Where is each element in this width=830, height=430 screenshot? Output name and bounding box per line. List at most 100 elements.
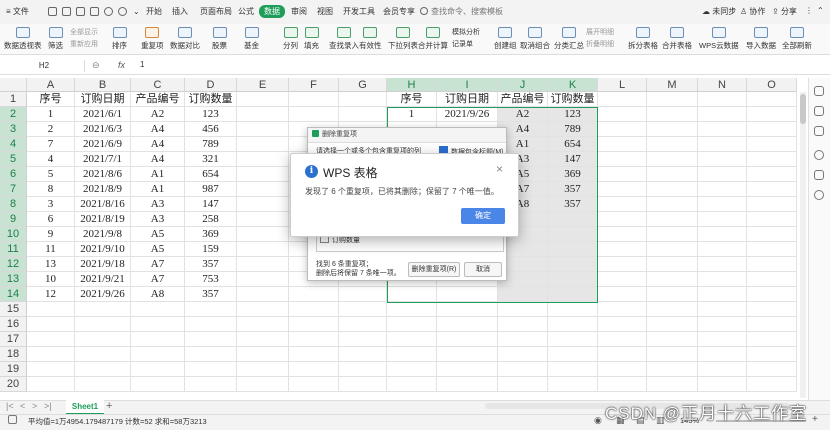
cell-e16[interactable] [237,317,289,332]
more-icon[interactable]: ⋮ [805,6,813,15]
tab-home[interactable]: 开始 [146,6,162,18]
cell-b1[interactable]: 订购日期 [75,92,131,107]
import-data-button[interactable]: 导入数据 [746,27,776,51]
cell-h17[interactable] [387,332,437,347]
macro-icon[interactable] [8,415,17,424]
cell-g19[interactable] [339,362,387,377]
record-form-button[interactable]: 记录单 [452,39,473,49]
cell-m7[interactable] [647,182,698,197]
cell-k16[interactable] [548,317,598,332]
fx-icon[interactable]: fx [118,60,125,70]
cell-c5[interactable]: A4 [131,152,185,167]
cell-b16[interactable] [75,317,131,332]
cell-g20[interactable] [339,377,387,392]
column-header-i[interactable]: I [437,78,498,92]
cell-a4[interactable]: 7 [27,137,75,152]
cell-k17[interactable] [548,332,598,347]
cell-g16[interactable] [339,317,387,332]
cell-h1[interactable]: 序号 [387,92,437,107]
cell-o12[interactable] [747,257,797,272]
cell-f20[interactable] [289,377,339,392]
tab-review[interactable]: 审阅 [291,6,307,18]
cell-d2[interactable]: 123 [185,107,237,122]
column-header-m[interactable]: M [647,78,698,92]
cell-c15[interactable] [131,302,185,317]
row-header-18[interactable]: 18 [0,347,27,362]
cell-e18[interactable] [237,347,289,362]
cell-l15[interactable] [598,302,647,317]
cell-a12[interactable]: 13 [27,257,75,272]
cell-a10[interactable]: 9 [27,227,75,242]
cell-l6[interactable] [598,167,647,182]
cell-c12[interactable]: A7 [131,257,185,272]
cell-j18[interactable] [498,347,548,362]
redo-icon[interactable] [118,7,127,16]
create-group-button[interactable]: 创建组 [494,27,517,51]
cell-h15[interactable] [387,302,437,317]
tab-insert[interactable]: 插入 [172,6,188,18]
cell-c19[interactable] [131,362,185,377]
cell-m15[interactable] [647,302,698,317]
split-column-button[interactable]: 分列 [283,27,298,51]
cell-l3[interactable] [598,122,647,137]
collapse-ribbon-icon[interactable]: ⌃ [817,6,824,15]
column-header-c[interactable]: C [131,78,185,92]
row-header-10[interactable]: 10 [0,227,27,242]
add-sheet-button[interactable]: + [106,400,112,412]
cell-f15[interactable] [289,302,339,317]
cell-k9[interactable] [548,212,598,227]
cell-o1[interactable] [747,92,797,107]
wps-cloud-data-button[interactable]: WPS云数据 [699,27,739,51]
column-header-h[interactable]: H [387,78,437,92]
fund-button[interactable]: 基金 [244,27,259,51]
tab-page-layout[interactable]: 页面布局 [200,6,232,18]
cell-m9[interactable] [647,212,698,227]
cell-k10[interactable] [548,227,598,242]
cell-e5[interactable] [237,152,289,167]
ungroup-button[interactable]: 取消组合 [520,27,550,51]
data-compare-button[interactable]: 数据对比 [170,27,200,51]
cell-n5[interactable] [698,152,747,167]
row-header-8[interactable]: 8 [0,197,27,212]
cell-c9[interactable]: A3 [131,212,185,227]
cell-d18[interactable] [185,347,237,362]
cell-i2[interactable]: 2021/9/26 [437,107,498,122]
prev-sheet-icon[interactable]: < [20,401,25,411]
column-header-n[interactable]: N [698,78,747,92]
cell-l9[interactable] [598,212,647,227]
cell-k12[interactable] [548,257,598,272]
search-box[interactable]: 查找命令、搜索模板 [420,5,540,19]
cell-n19[interactable] [698,362,747,377]
cell-e11[interactable] [237,242,289,257]
sort-button[interactable]: 排序 [112,27,127,51]
cell-f17[interactable] [289,332,339,347]
row-header-11[interactable]: 11 [0,242,27,257]
cell-m17[interactable] [647,332,698,347]
cell-c11[interactable]: A5 [131,242,185,257]
cell-d4[interactable]: 789 [185,137,237,152]
cell-e3[interactable] [237,122,289,137]
row-header-15[interactable]: 15 [0,302,27,317]
share-button[interactable]: ⇪ 分享 [772,6,797,17]
cell-e7[interactable] [237,182,289,197]
cell-b11[interactable]: 2021/9/10 [75,242,131,257]
cell-i18[interactable] [437,347,498,362]
cell-n3[interactable] [698,122,747,137]
cell-m13[interactable] [647,272,698,287]
cell-g17[interactable] [339,332,387,347]
cell-d7[interactable]: 987 [185,182,237,197]
row-header-4[interactable]: 4 [0,137,27,152]
cell-a6[interactable]: 5 [27,167,75,182]
chevron-down-icon[interactable]: ⌄ [133,6,140,18]
vertical-scrollbar[interactable] [800,92,806,398]
preview-icon[interactable] [76,7,85,16]
cell-d5[interactable]: 321 [185,152,237,167]
cell-e1[interactable] [237,92,289,107]
cell-d20[interactable] [185,377,237,392]
cell-a18[interactable] [27,347,75,362]
cell-b18[interactable] [75,347,131,362]
cell-o18[interactable] [747,347,797,362]
cell-f19[interactable] [289,362,339,377]
cell-d17[interactable] [185,332,237,347]
cell-h19[interactable] [387,362,437,377]
